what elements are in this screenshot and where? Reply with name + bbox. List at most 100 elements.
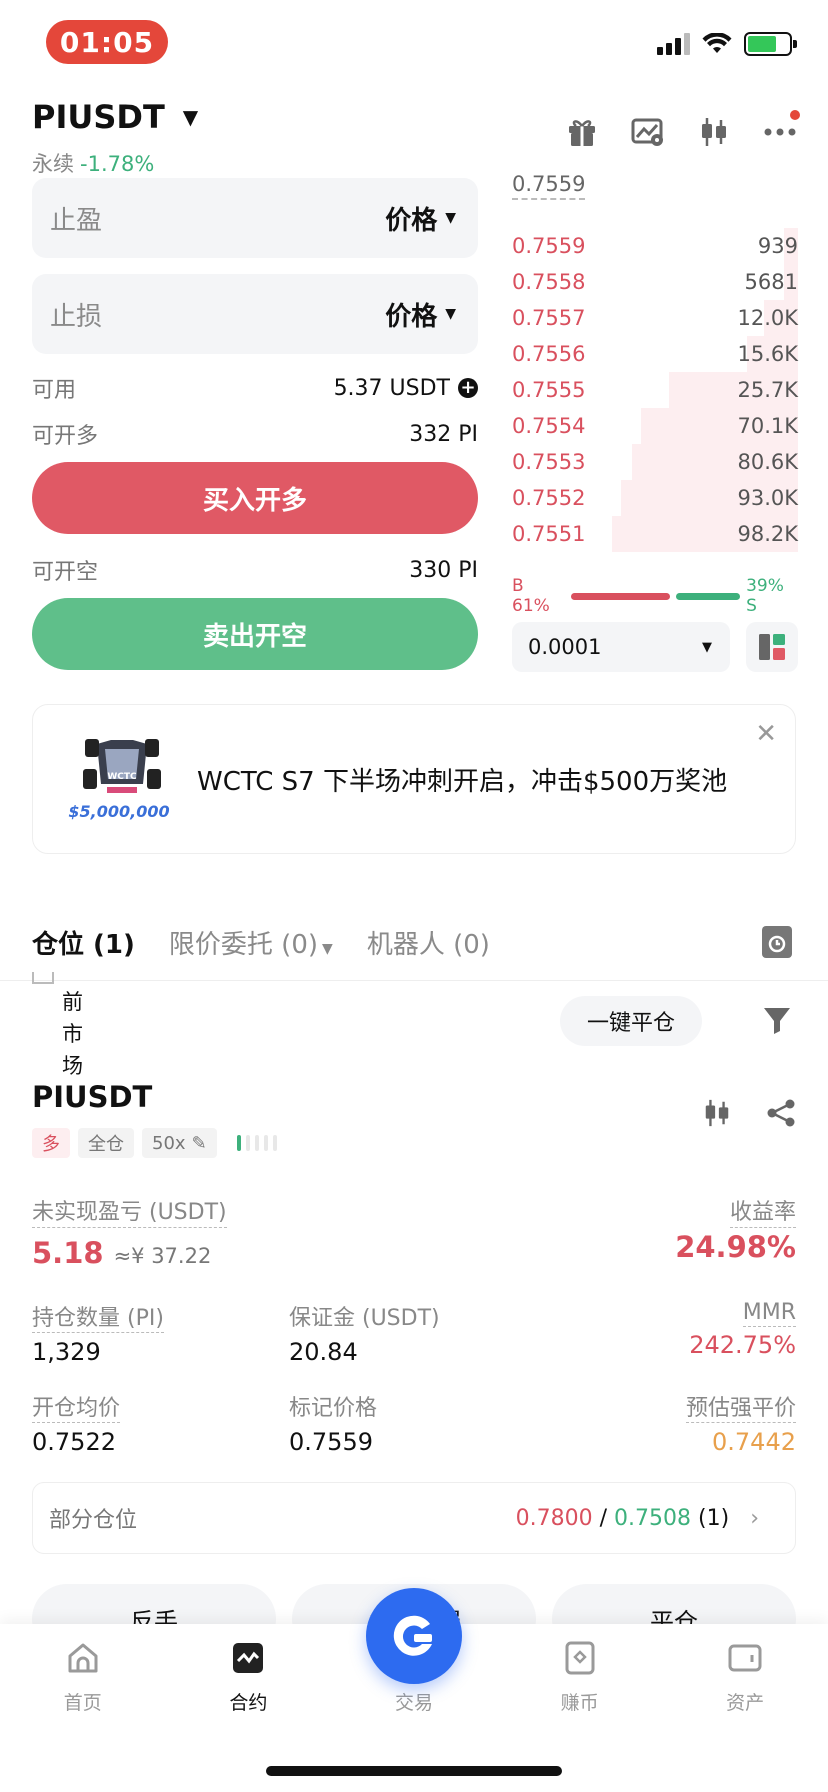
nav-home[interactable]: 首页	[18, 1640, 148, 1715]
take-profit-field[interactable]: 止盈 价格 ▼	[32, 178, 478, 258]
race-car-image: WCTC $5,000,000	[67, 729, 177, 829]
wifi-icon	[702, 33, 732, 53]
contract-subline: 永续 -1.78%	[32, 148, 154, 178]
tick-size-select[interactable]: 0.0001 ▼	[512, 622, 730, 672]
upnl-row: 5.18 ≈¥ 37.22	[32, 1236, 211, 1270]
home-icon	[65, 1640, 101, 1676]
transfer-plus-icon[interactable]: +	[458, 378, 478, 398]
candlestick-icon[interactable]	[696, 114, 732, 150]
current-market-char-1: 前	[62, 990, 83, 1014]
banner-text: WCTC S7 下半场冲刺开启，冲击$500万奖池	[197, 766, 728, 797]
more-icon[interactable]	[762, 110, 800, 150]
stop-loss-field[interactable]: 止损 价格 ▼	[32, 274, 478, 354]
stop-loss-label: 止损	[50, 301, 103, 332]
ask-qty: 98.2K	[737, 522, 798, 546]
chart-settings-icon[interactable]	[630, 114, 666, 150]
ask-row[interactable]: 0.7556 15.6K	[512, 336, 798, 372]
cellular-signal-icon	[657, 33, 690, 55]
history-icon[interactable]	[762, 926, 792, 958]
sell-short-button[interactable]: 卖出开空	[32, 598, 478, 670]
close-icon[interactable]: ✕	[755, 719, 777, 749]
position-tabs: 仓位 (1) 限价委托 (0) ▼ 机器人 (0)	[32, 924, 490, 961]
close-all-button[interactable]: 一键平仓	[560, 996, 702, 1046]
available-row: 可用 5.37 USDT +	[32, 372, 478, 404]
partial-position-row[interactable]: 部分仓位 0.7800 / 0.7508 (1) ›	[32, 1482, 796, 1554]
futures-icon	[230, 1640, 266, 1676]
size-value: 1,329	[32, 1338, 101, 1366]
wallet-icon	[727, 1640, 763, 1676]
buy-long-button[interactable]: 买入开多	[32, 462, 478, 534]
buy-sell-ratio: B 61% 39% S	[512, 576, 798, 616]
ask-row[interactable]: 0.7552 93.0K	[512, 480, 798, 516]
gift-icon[interactable]	[564, 114, 600, 150]
ask-price: 0.7557	[512, 306, 586, 330]
ask-price: 0.7559	[512, 234, 586, 258]
ask-row[interactable]: 0.7558 5681	[512, 264, 798, 300]
open-short-row: 可开空 330 PI	[32, 554, 478, 586]
last-price[interactable]: 0.7559	[512, 172, 586, 200]
ask-qty: 25.7K	[737, 378, 798, 402]
pair-name: PIUSDT	[32, 98, 165, 136]
nav-futures[interactable]: 合约	[183, 1640, 313, 1715]
position-metrics-row-2: 开仓均价 0.7522 标记价格 0.7559 预估强平价 0.7442	[32, 1390, 796, 1456]
ask-row[interactable]: 0.7559 939	[512, 228, 798, 264]
share-icon[interactable]	[766, 1098, 796, 1132]
candlestick-icon[interactable]	[702, 1098, 732, 1132]
leverage-tag[interactable]: 50x ✎	[142, 1128, 217, 1158]
partial-sep: /	[599, 1505, 608, 1531]
caret-down-icon: ▼	[182, 105, 199, 129]
tab-positions[interactable]: 仓位 (1)	[32, 924, 135, 961]
upnl-cny: ≈¥ 37.22	[113, 1244, 212, 1268]
contract-type: 永续	[32, 152, 74, 176]
side-tag: 多	[32, 1128, 70, 1158]
ask-row[interactable]: 0.7553 80.6K	[512, 444, 798, 480]
available-label: 可用	[32, 378, 77, 403]
tab-limit-orders[interactable]: 限价委托 (0) ▼	[169, 924, 333, 961]
current-market-char-2: 市	[62, 1022, 83, 1046]
filter-icon[interactable]	[762, 1004, 792, 1040]
tab-bots[interactable]: 机器人 (0)	[367, 924, 490, 961]
mmr-label: MMR	[742, 1300, 796, 1327]
open-short-label: 可开空	[32, 560, 99, 585]
nav-earn[interactable]: 赚币	[515, 1640, 645, 1715]
nav-assets[interactable]: 资产	[680, 1640, 810, 1715]
liq-label: 预估强平价	[685, 1396, 796, 1423]
earn-icon	[562, 1640, 598, 1676]
open-long-label: 可开多	[32, 424, 99, 449]
trade-fab-button[interactable]	[366, 1588, 462, 1684]
take-profit-type-select[interactable]: 价格 ▼	[385, 200, 456, 237]
partial-tp: 0.7800	[515, 1505, 593, 1531]
ask-qty: 15.6K	[737, 342, 798, 366]
leverage-value: 50x	[152, 1132, 186, 1154]
banner-prize: $5,000,000	[68, 802, 169, 821]
nav-futures-label: 合约	[229, 1692, 268, 1714]
position-symbol[interactable]: PIUSDT	[32, 1080, 152, 1114]
ask-row[interactable]: 0.7555 25.7K	[512, 372, 798, 408]
ask-row[interactable]: 0.7554 70.1K	[512, 408, 798, 444]
ask-qty: 70.1K	[737, 414, 798, 438]
pair-selector[interactable]: PIUSDT ▼	[32, 98, 198, 136]
current-market-label: 前 市 场	[62, 986, 86, 1082]
order-book-asks: 0.7559 939 0.7558 5681 0.7557 12.0K 0.7556 15.6…	[512, 228, 798, 552]
roe-value: 24.98%	[675, 1230, 796, 1264]
size-label: 持仓数量 (PI)	[32, 1306, 164, 1333]
ask-qty: 5681	[744, 270, 798, 294]
buy-ratio: B 61%	[512, 576, 550, 616]
ask-row[interactable]: 0.7551 98.2K	[512, 516, 798, 552]
position-tags: 多 全仓 50x ✎	[32, 1128, 277, 1158]
caret-down-icon: ▼	[445, 306, 456, 322]
available-value: 5.37 USDT	[333, 375, 450, 401]
header-icons	[564, 110, 800, 150]
orderbook-layout-icon[interactable]	[746, 622, 798, 672]
open-short-value: 330 PI	[409, 557, 478, 583]
partial-sl: 0.7508	[614, 1505, 692, 1531]
ask-row[interactable]: 0.7557 12.0K	[512, 300, 798, 336]
banner-badge: WCTC	[107, 772, 137, 782]
margin-value: 20.84	[289, 1338, 358, 1366]
current-market-checkbox[interactable]	[32, 972, 54, 984]
entry-label: 开仓均价	[32, 1396, 121, 1423]
tab-limit-orders-label: 限价委托 (0)	[168, 930, 319, 960]
promo-banner[interactable]: WCTC $5,000,000 WCTC S7 下半场冲刺开启，冲击$500万奖…	[32, 704, 796, 854]
adl-indicator	[236, 1135, 277, 1151]
stop-loss-type-select[interactable]: 价格 ▼	[385, 296, 456, 333]
